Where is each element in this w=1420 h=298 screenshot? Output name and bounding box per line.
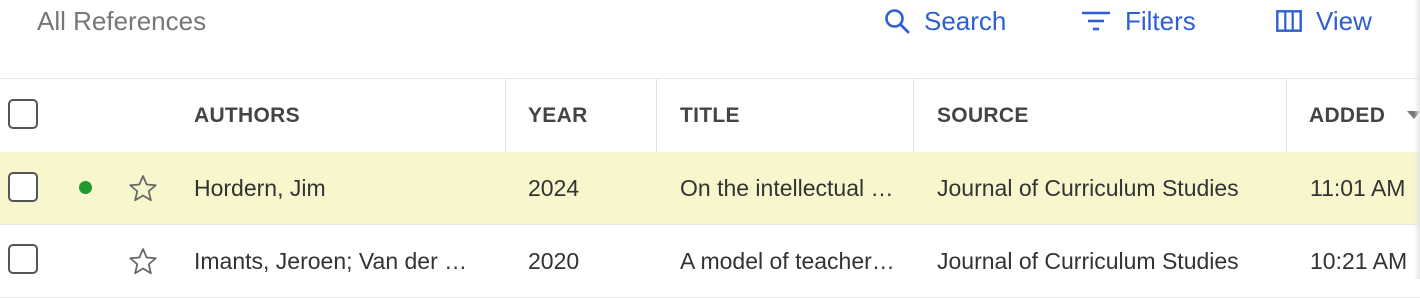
row-checkbox[interactable] — [8, 172, 38, 202]
search-button[interactable]: Search — [884, 5, 1006, 37]
columns-icon — [1276, 10, 1302, 32]
cell-year: 2020 — [528, 247, 580, 274]
search-icon — [885, 9, 910, 34]
select-all-checkbox[interactable] — [8, 99, 38, 129]
cell-source: Journal of Curriculum Studies — [937, 174, 1239, 201]
cell-authors: Imants, Jeroen; Van der … — [194, 247, 468, 274]
search-label: Search — [924, 5, 1007, 36]
cell-added: 11:01 AM — [1310, 174, 1406, 201]
column-divider[interactable] — [913, 79, 914, 152]
cell-year: 2024 — [528, 174, 580, 201]
view-button[interactable]: View — [1276, 5, 1372, 37]
column-header-authors[interactable]: AUTHORS — [194, 79, 300, 152]
column-header-added-label: ADDED — [1309, 103, 1386, 127]
column-header-source[interactable]: SOURCE — [937, 79, 1029, 152]
star-icon[interactable] — [128, 174, 158, 203]
column-header-title[interactable]: TITLE — [680, 79, 740, 152]
filters-button[interactable]: Filters — [1081, 5, 1196, 37]
column-divider[interactable] — [505, 79, 506, 152]
filters-label: Filters — [1125, 5, 1196, 36]
page-title: All References — [37, 6, 207, 36]
unread-dot-icon — [79, 181, 92, 194]
cell-authors: Hordern, Jim — [194, 174, 326, 201]
filter-icon — [1082, 11, 1110, 31]
view-label: View — [1316, 5, 1372, 36]
row-checkbox[interactable] — [8, 244, 38, 274]
table-header: AUTHORS YEAR TITLE SOURCE ADDED — [0, 79, 1420, 153]
toolbar: All References Search Filters View — [0, 0, 1420, 79]
cell-title: On the intellectual … — [680, 174, 894, 201]
table-row[interactable]: Hordern, Jim 2024 On the intellectual … … — [0, 152, 1420, 225]
column-divider[interactable] — [656, 79, 657, 152]
cell-added: 10:21 AM — [1310, 247, 1408, 274]
cell-title: A model of teacher… — [680, 247, 895, 274]
star-icon[interactable] — [128, 247, 158, 276]
column-header-year[interactable]: YEAR — [528, 79, 588, 152]
column-header-added[interactable]: ADDED — [1309, 79, 1420, 152]
cell-source: Journal of Curriculum Studies — [937, 247, 1239, 274]
table-row[interactable]: Imants, Jeroen; Van der … 2020 A model o… — [0, 225, 1420, 298]
column-divider[interactable] — [1286, 79, 1287, 152]
scrollbar-track[interactable] — [1414, 0, 1420, 279]
